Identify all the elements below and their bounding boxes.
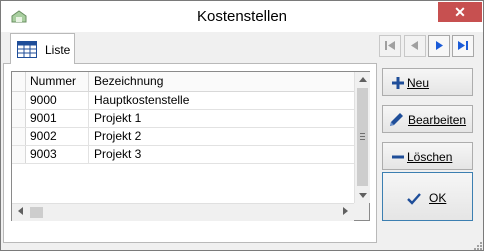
checkmark-icon xyxy=(407,193,421,205)
grip-line xyxy=(360,139,365,140)
vertical-scrollbar[interactable] xyxy=(354,72,370,203)
vertical-scroll-thumb[interactable] xyxy=(357,88,368,186)
delete-button[interactable]: Löschen xyxy=(382,142,473,170)
first-record-button[interactable] xyxy=(379,35,401,57)
row-indicator[interactable] xyxy=(12,146,26,163)
first-record-icon xyxy=(385,41,395,50)
cell-bezeichnung: Projekt 3 xyxy=(94,147,142,161)
resize-grip-icon[interactable] xyxy=(471,239,483,251)
row-indicator[interactable] xyxy=(12,128,26,145)
dialog-window: Kostenstellen ✕ Liste Nummer Bezeichnung xyxy=(0,0,484,251)
horizontal-scrollbar[interactable] xyxy=(12,203,354,221)
new-button-label: Neu xyxy=(407,76,430,90)
next-record-button[interactable] xyxy=(428,35,450,57)
window-title: Kostenstellen xyxy=(196,8,288,25)
cell-bezeichnung: Projekt 2 xyxy=(94,129,142,143)
table-icon xyxy=(17,41,37,58)
last-record-icon xyxy=(458,41,468,50)
close-button[interactable]: ✕ xyxy=(438,2,482,22)
ok-button-label: OK xyxy=(429,191,447,205)
table-row[interactable]: 9002 Projekt 2 xyxy=(12,128,354,146)
scroll-right-button[interactable] xyxy=(337,204,354,221)
horizontal-scroll-thumb[interactable] xyxy=(30,207,43,218)
cell-nummer: 9000 xyxy=(26,92,89,109)
cell-nummer: 9001 xyxy=(26,110,89,127)
cell-nummer: 9002 xyxy=(26,128,89,145)
tab-liste-label: Liste xyxy=(45,43,71,57)
previous-record-button[interactable] xyxy=(404,35,426,57)
table-row[interactable]: 9001 Projekt 1 xyxy=(12,110,354,128)
pencil-icon xyxy=(390,113,403,126)
scroll-up-button[interactable] xyxy=(355,72,370,87)
previous-record-icon xyxy=(411,41,418,50)
column-header-bezeichnung[interactable]: Bezeichnung xyxy=(89,72,354,91)
row-indicator[interactable] xyxy=(12,110,26,127)
table-row[interactable]: 9003 Projekt 3 xyxy=(12,146,354,164)
column-header-nummer[interactable]: Nummer xyxy=(26,72,89,91)
row-indicator[interactable] xyxy=(12,92,26,109)
last-record-button[interactable] xyxy=(452,35,474,57)
cell-nummer: 9003 xyxy=(26,146,89,163)
grip-line xyxy=(360,136,365,137)
chevron-left-icon xyxy=(18,207,23,215)
close-icon: ✕ xyxy=(454,4,466,20)
delete-button-label: Löschen xyxy=(407,150,453,164)
plus-icon xyxy=(392,77,404,89)
table-row[interactable]: 9000 Hauptkostenstelle xyxy=(12,92,354,110)
tab-liste[interactable]: Liste xyxy=(10,33,75,64)
row-indicator-header xyxy=(12,72,26,91)
chevron-down-icon xyxy=(358,193,367,198)
new-button[interactable]: Neu xyxy=(382,68,473,96)
minus-icon xyxy=(392,155,404,159)
title-bar[interactable]: Kostenstellen ✕ xyxy=(1,1,483,32)
scroll-left-button[interactable] xyxy=(12,204,29,221)
cost-center-table[interactable]: Nummer Bezeichnung 9000 Hauptkostenstell… xyxy=(11,71,370,221)
table-header: Nummer Bezeichnung xyxy=(12,72,354,92)
cell-bezeichnung: Hauptkostenstelle xyxy=(94,93,190,107)
chevron-right-icon xyxy=(343,207,348,215)
edit-button[interactable]: Bearbeiten xyxy=(382,105,473,133)
next-record-icon xyxy=(436,41,443,50)
chevron-up-icon xyxy=(358,77,367,82)
scroll-down-button[interactable] xyxy=(355,188,370,203)
grip-line xyxy=(360,133,365,134)
cell-bezeichnung: Projekt 1 xyxy=(94,111,142,125)
edit-button-label: Bearbeiten xyxy=(408,113,467,127)
scrollbar-corner xyxy=(354,203,369,220)
ok-button[interactable]: OK xyxy=(382,172,473,221)
